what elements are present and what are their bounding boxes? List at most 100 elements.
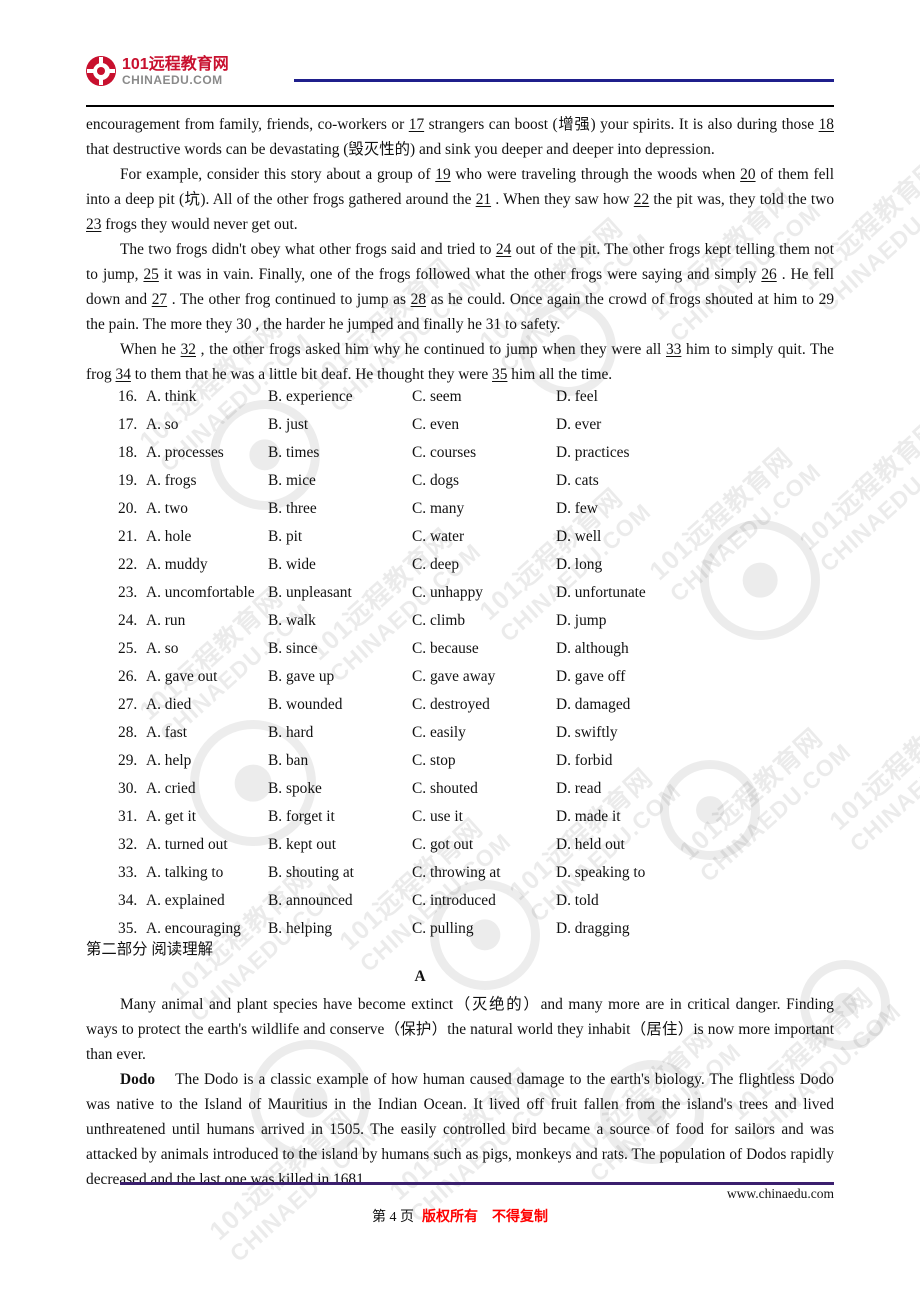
option-choice-b[interactable]: B. unpleasant: [268, 579, 352, 607]
option-choice-c[interactable]: C. got out: [412, 831, 473, 859]
blank-19: 19: [435, 166, 451, 183]
option-choice-d[interactable]: D. told: [556, 887, 599, 915]
option-choice-b[interactable]: B. shouting at: [268, 859, 354, 887]
option-choice-d[interactable]: D. speaking to: [556, 859, 645, 887]
option-choice-d[interactable]: D. ever: [556, 411, 601, 439]
option-choice-b[interactable]: B. spoke: [268, 775, 322, 803]
option-choice-c[interactable]: C. destroyed: [412, 691, 490, 719]
blank-18: 18: [818, 116, 834, 133]
option-row: 18. A. processes B. times C. courses D. prac…: [86, 439, 834, 467]
option-choice-b[interactable]: B. hard: [268, 719, 313, 747]
option-choice-a[interactable]: A. fast: [146, 719, 187, 747]
option-choice-d[interactable]: D. jump: [556, 607, 606, 635]
blank-35: 35: [492, 366, 508, 383]
option-choice-c[interactable]: C. because: [412, 635, 479, 663]
option-choice-c[interactable]: C. unhappy: [412, 579, 483, 607]
option-choice-a[interactable]: A. so: [146, 635, 179, 663]
option-choice-c[interactable]: C. dogs: [412, 467, 459, 495]
option-choice-d[interactable]: D. well: [556, 523, 601, 551]
option-choice-b[interactable]: B. kept out: [268, 831, 336, 859]
option-choice-d[interactable]: D. forbid: [556, 747, 612, 775]
option-choice-d[interactable]: D. made it: [556, 803, 621, 831]
option-choice-a[interactable]: A. talking to: [146, 859, 223, 887]
option-choice-c[interactable]: C. use it: [412, 803, 463, 831]
option-choice-d[interactable]: D. gave off: [556, 663, 625, 691]
text-run: . When they saw how: [491, 191, 634, 208]
option-choice-b[interactable]: B. three: [268, 495, 317, 523]
option-choice-a[interactable]: A. frogs: [146, 467, 196, 495]
option-choice-c[interactable]: C. throwing at: [412, 859, 501, 887]
option-choice-b[interactable]: B. announced: [268, 887, 353, 915]
option-row: 20. A. two B. three C. many D. few: [86, 495, 834, 523]
option-choice-a[interactable]: A. run: [146, 607, 185, 635]
option-choice-c[interactable]: C. introduced: [412, 887, 496, 915]
option-choice-d[interactable]: D. long: [556, 551, 602, 579]
option-choice-a[interactable]: A. two: [146, 495, 188, 523]
option-choice-b[interactable]: B. since: [268, 635, 318, 663]
option-choice-b[interactable]: B. pit: [268, 523, 302, 551]
option-choice-b[interactable]: B. just: [268, 411, 308, 439]
option-choice-d[interactable]: D. feel: [556, 383, 598, 411]
option-row: 34. A. explained B. announced C. introduced…: [86, 887, 834, 915]
option-row: 23. A. uncomfortable B. unpleasant C. unhap…: [86, 579, 834, 607]
option-choice-a[interactable]: A. explained: [146, 887, 225, 915]
option-choice-d[interactable]: D. few: [556, 495, 598, 523]
option-choice-d[interactable]: D. damaged: [556, 691, 630, 719]
option-choice-d[interactable]: D. held out: [556, 831, 625, 859]
option-choice-a[interactable]: A. died: [146, 691, 191, 719]
copyright-notice-1: 版权所有: [422, 1210, 478, 1225]
blank-30: 30: [236, 316, 252, 333]
option-choice-d[interactable]: D. swiftly: [556, 719, 618, 747]
footer-rule: [120, 1182, 834, 1185]
option-choice-b[interactable]: B. walk: [268, 607, 316, 635]
option-choice-b[interactable]: B. wide: [268, 551, 316, 579]
option-row: 31. A. get it B. forget it C. use it D. made…: [86, 803, 834, 831]
option-choice-b[interactable]: B. ban: [268, 747, 308, 775]
option-choice-b[interactable]: B. times: [268, 439, 319, 467]
option-choice-b[interactable]: B. forget it: [268, 803, 335, 831]
option-row: 24. A. run B. walk C. climb D. jump: [86, 607, 834, 635]
option-choice-c[interactable]: C. many: [412, 495, 464, 523]
option-choice-c[interactable]: C. shouted: [412, 775, 478, 803]
text-run: . The other frog continued to jump as: [167, 291, 411, 308]
option-choice-b[interactable]: B. mice: [268, 467, 316, 495]
option-choice-b[interactable]: B. experience: [268, 383, 353, 411]
text-run: the pit was, they told the two: [649, 191, 835, 208]
option-choice-c[interactable]: C. seem: [412, 383, 462, 411]
option-choice-a[interactable]: A. muddy: [146, 551, 208, 579]
option-choice-c[interactable]: C. water: [412, 523, 464, 551]
option-choice-a[interactable]: A. get it: [146, 803, 196, 831]
option-choice-b[interactable]: B. wounded: [268, 691, 342, 719]
option-choice-a[interactable]: A. turned out: [146, 831, 228, 859]
cloze-paragraph-4: When he 32 , the other frogs asked him w…: [86, 337, 834, 387]
option-choice-c[interactable]: C. even: [412, 411, 459, 439]
blank-26: 26: [761, 266, 777, 283]
blank-33: 33: [666, 341, 682, 358]
option-choice-a[interactable]: A. cried: [146, 775, 196, 803]
option-choice-c[interactable]: C. deep: [412, 551, 459, 579]
option-choice-b[interactable]: B. gave up: [268, 663, 334, 691]
option-choice-a[interactable]: A. help: [146, 747, 191, 775]
option-choice-d[interactable]: D. although: [556, 635, 629, 663]
option-choice-d[interactable]: D. practices: [556, 439, 630, 467]
option-choice-a[interactable]: A. hole: [146, 523, 191, 551]
option-choice-d[interactable]: D. unfortunate: [556, 579, 646, 607]
passage-dodo: Dodo The Dodo is a classic example of ho…: [86, 1067, 834, 1192]
option-choice-c[interactable]: C. courses: [412, 439, 476, 467]
option-choice-c[interactable]: C. easily: [412, 719, 466, 747]
text-run: him all the time.: [507, 366, 613, 383]
option-row: 27. A. died B. wounded C. destroyed D. damag…: [86, 691, 834, 719]
option-choice-a[interactable]: A. uncomfortable: [146, 579, 255, 607]
option-choice-c[interactable]: C. climb: [412, 607, 465, 635]
option-number: 16.: [118, 388, 138, 405]
option-choice-a[interactable]: A. think: [146, 383, 196, 411]
option-choice-a[interactable]: A. gave out: [146, 663, 217, 691]
option-choice-d[interactable]: D. cats: [556, 467, 599, 495]
option-choice-a[interactable]: A. so: [146, 411, 179, 439]
option-choice-c[interactable]: C. gave away: [412, 663, 495, 691]
option-choice-d[interactable]: D. read: [556, 775, 601, 803]
option-choice-a[interactable]: A. processes: [146, 439, 224, 467]
dodo-spacer: [155, 1071, 175, 1088]
copyright-notice-2: 不得复制: [492, 1210, 548, 1225]
option-choice-c[interactable]: C. stop: [412, 747, 456, 775]
